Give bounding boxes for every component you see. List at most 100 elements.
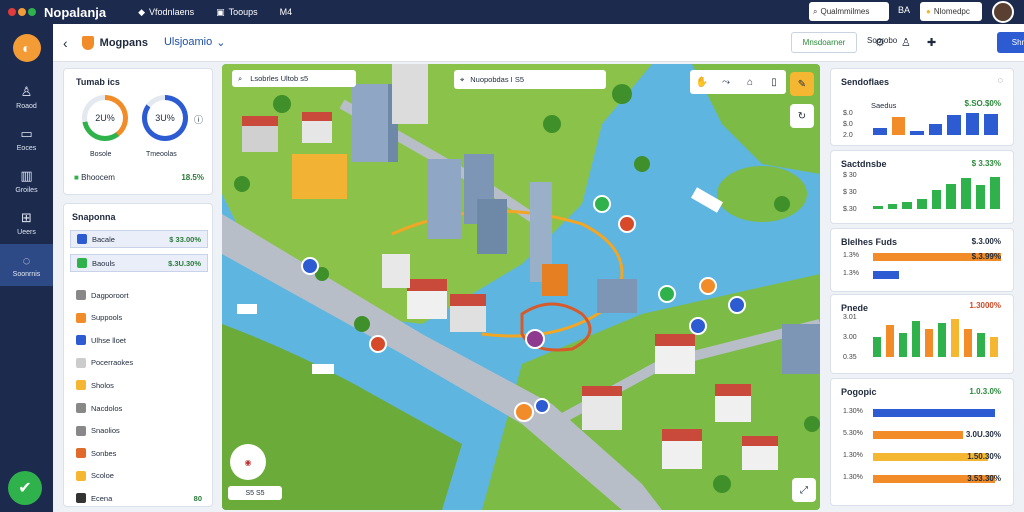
settings-icon[interactable]: ⚙ — [875, 36, 885, 49]
map-legend-badge[interactable]: ◉ — [230, 444, 266, 480]
chart-bar — [990, 176, 1000, 209]
map-search-bar[interactable]: ⌕ Lsobrles Ultob s5 — [232, 70, 356, 87]
chart-bar — [873, 337, 881, 357]
gauge-summary-row: ■ Bhoocem 18.5% — [74, 173, 204, 182]
list-item[interactable]: Dagporoort — [70, 286, 208, 304]
app-logo-icon[interactable] — [8, 8, 36, 16]
sub-toolbar: ‹ Mogpans Ulsjoamio ⌄ Mnsdoarner Soorobo … — [53, 24, 1024, 62]
outline-button[interactable]: Mnsdoarner — [791, 32, 857, 53]
list-item-value: 80 — [193, 493, 202, 503]
stats-card-3: Blelhes Fuds $.3.00% 1.3% $.3.99% 1.3% — [830, 228, 1014, 292]
stats-card-4: Pnede 1.3000% 3.01 3.00 0.35 — [830, 294, 1014, 374]
lock-icon[interactable]: ⌂ — [738, 70, 762, 94]
tick-label: 0.35 — [843, 354, 857, 361]
tick-label: $.0 — [843, 121, 853, 128]
search-icon: ⌕ — [813, 6, 818, 16]
list-item-label: Ecena — [91, 493, 113, 503]
back-icon[interactable]: ‹ — [63, 35, 68, 51]
user-icon[interactable]: ♙ — [901, 36, 911, 49]
app-home-icon[interactable]: ◐ — [12, 34, 41, 62]
legend-icon: ◉ — [244, 457, 252, 467]
top-bar: Nopalanja ◆ Vfodnlaens ▣ Tooups M4 ⌕ Qualmm… — [0, 0, 1024, 24]
top-nav-item-3[interactable]: M4 — [280, 7, 293, 18]
gauge-2: 3U% — [142, 95, 188, 141]
map-filter-bar[interactable]: ⌖ Nuopobdas I S5 — [454, 70, 606, 89]
list-item-value: $.3U.30% — [168, 258, 201, 268]
list-item-icon — [77, 258, 87, 268]
view-dropdown[interactable]: Ulsjoamio ⌄ — [164, 36, 226, 49]
plus-icon[interactable]: ✚ — [927, 36, 936, 49]
stats-card-1-value: $.SO.$0% — [964, 99, 1001, 108]
list-item-icon — [76, 380, 86, 391]
map-highlight-button[interactable]: ✎ — [790, 72, 814, 96]
left-nav-item-3[interactable]: ▥ Groiles — [0, 160, 53, 202]
stats-card-5: Pogopic 1.0.3.0% 1.30% 5.30% 3.0U.30% 1.30%… — [830, 378, 1014, 506]
map-refresh-button[interactable]: ↻ — [790, 104, 814, 128]
left-nav-item-4[interactable]: ⊞ Ueers — [0, 202, 53, 244]
bar-value: 3.53.30% — [967, 474, 1001, 483]
map-canvas[interactable] — [222, 64, 820, 510]
list-item[interactable]: Sholos — [70, 376, 208, 394]
list-item-label: Sholos — [91, 380, 114, 390]
chevron-down-icon: ⌄ — [216, 37, 226, 49]
chart-bar — [910, 130, 924, 135]
list-item-label: Baouls — [92, 258, 115, 268]
left-nav-item-2[interactable]: ▭ Eoces — [0, 118, 53, 160]
bookmark-icon: ◆ — [138, 6, 146, 17]
info-icon[interactable]: ⓘ — [194, 113, 203, 126]
share-button[interactable]: Shnaler◑ — [997, 32, 1024, 53]
top-nav: ◆ Vfodnlaens ▣ Tooups M4 — [138, 7, 292, 18]
list-item[interactable]: Scoloe — [70, 467, 208, 485]
top-nav-item-1[interactable]: ◆ Vfodnlaens — [138, 7, 194, 18]
stats-card-5-value: 1.0.3.0% — [969, 387, 1001, 396]
stats-card-5-title: Pogopic — [841, 387, 877, 397]
route-icon[interactable]: ⤳ — [714, 70, 738, 94]
list-item[interactable]: Sonbes — [70, 444, 208, 462]
list-item[interactable]: Bacale $ 33.00% — [70, 230, 208, 248]
list-item[interactable]: Ecena 80 — [70, 489, 208, 507]
list-item[interactable]: Ulhse lloet — [70, 331, 208, 349]
check-icon: ✔ — [18, 480, 32, 497]
avatar[interactable] — [992, 1, 1014, 23]
list-item-label: Pocerraokes — [91, 358, 134, 368]
chart-bar — [938, 323, 946, 357]
list-item-label: Bacale — [92, 234, 115, 244]
map-expand-button[interactable]: ⤢ — [792, 478, 816, 502]
list-item[interactable]: Suppools — [70, 309, 208, 327]
chart-bar — [925, 329, 933, 357]
list-item[interactable]: Pocerraokes — [70, 354, 208, 372]
chart-bar — [977, 333, 985, 357]
list-item[interactable]: Snaolios — [70, 422, 208, 440]
top-nav-item-2[interactable]: ▣ Tooups — [216, 7, 258, 18]
list-item[interactable]: Baouls $.3U.30% — [70, 254, 208, 272]
tick-label: 1.30% — [843, 408, 863, 415]
help-icon[interactable]: ◌ — [998, 75, 1003, 85]
hand-icon[interactable]: ✋ — [690, 70, 714, 94]
language-selector[interactable]: BA — [898, 5, 910, 15]
left-nav-item-5[interactable]: ◌ Soonrnis — [0, 244, 53, 286]
list-item-label: Scoloe — [91, 471, 114, 481]
chart-bar — [886, 325, 894, 357]
left-nav-item-1[interactable]: ♙ Roaod — [0, 76, 53, 118]
list-item-icon — [77, 234, 87, 244]
chart-bar — [873, 409, 995, 417]
stats-card-1: Sendoflaes ◌ Saedus $.SO.$0% $.0 $.0 2.0 — [830, 68, 1014, 146]
list-item[interactable]: Nacdolos — [70, 399, 208, 417]
layers-icon[interactable]: ▯ — [762, 70, 786, 94]
tick-label: 3.00 — [843, 334, 857, 341]
add-button[interactable]: ✔ — [8, 471, 42, 505]
list-item-icon — [76, 290, 86, 300]
stats-card-2: Sactdnsbe $ 3.33% $ 30 $ 30 $.30 — [830, 150, 1014, 224]
notifications-button[interactable]: ● Nlomedpc — [920, 2, 982, 21]
city-map[interactable] — [222, 64, 820, 510]
chart-bar — [946, 183, 956, 209]
list-item-icon — [76, 448, 86, 459]
person-icon: ♙ — [20, 84, 33, 99]
list-item-icon — [76, 470, 86, 481]
chart-bar — [931, 190, 942, 209]
search-input[interactable]: ⌕ Qualmmilmes — [809, 2, 889, 21]
map-tools: ✋ ⤳ ⌂ ▯ — [690, 70, 786, 94]
tick-label: 1.3% — [843, 270, 859, 277]
stats-card-4-title: Pnede — [841, 303, 869, 313]
inbox-icon: ▭ — [20, 126, 33, 141]
